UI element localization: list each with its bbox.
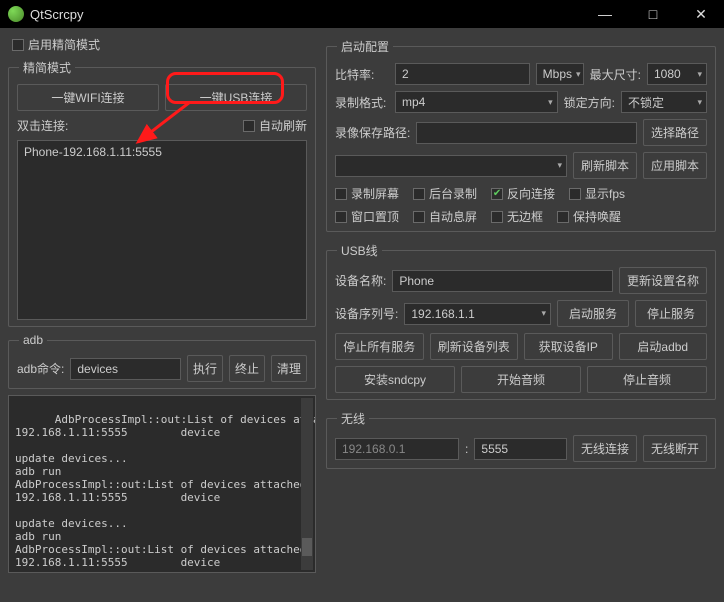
record-checkbox[interactable]: 录制屏幕 bbox=[335, 185, 399, 202]
stop-all-button[interactable]: 停止所有服务 bbox=[335, 333, 424, 360]
savepath-input[interactable] bbox=[416, 122, 637, 144]
wifi-connect2-button[interactable]: 无线连接 bbox=[573, 435, 637, 462]
usb-legend: USB线 bbox=[337, 242, 382, 259]
adb-cmd-input[interactable]: devices bbox=[70, 358, 181, 380]
maxsize-label: 最大尺寸: bbox=[590, 66, 641, 83]
refresh-devices-button[interactable]: 刷新设备列表 bbox=[430, 333, 519, 360]
devname-input[interactable]: Phone bbox=[392, 270, 613, 292]
adb-group: adb adb命令: devices 执行 终止 清理 bbox=[8, 333, 316, 389]
list-item[interactable]: Phone-192.168.1.11:5555 bbox=[20, 143, 304, 161]
app-icon bbox=[8, 6, 24, 22]
stop-service-button[interactable]: 停止服务 bbox=[635, 300, 707, 327]
fps-checkbox[interactable]: 显示fps bbox=[569, 185, 625, 202]
get-ip-button[interactable]: 获取设备IP bbox=[524, 333, 613, 360]
close-button[interactable]: ✕ bbox=[686, 6, 716, 23]
app-title: QtScrcpy bbox=[30, 7, 590, 22]
console-scrollbar[interactable] bbox=[301, 398, 313, 570]
start-config-legend: 启动配置 bbox=[337, 38, 393, 55]
script-select[interactable]: ▾ bbox=[335, 155, 567, 177]
titlebar: QtScrcpy — □ ✕ bbox=[0, 0, 724, 28]
start-audio-button[interactable]: 开始音频 bbox=[461, 366, 581, 393]
maximize-button[interactable]: □ bbox=[638, 6, 668, 23]
autosleep-checkbox[interactable]: 自动息屏 bbox=[413, 208, 477, 225]
wifi-connect-button[interactable]: 一键WIFI连接 bbox=[17, 84, 159, 111]
bgrecord-checkbox[interactable]: 后台录制 bbox=[413, 185, 477, 202]
stop-audio-button[interactable]: 停止音频 bbox=[587, 366, 707, 393]
auto-refresh-checkbox[interactable]: 自动刷新 bbox=[243, 117, 307, 134]
usb-connect-button[interactable]: 一键USB连接 bbox=[165, 84, 307, 111]
simple-mode-group: 精简模式 一键WIFI连接 一键USB连接 双击连接: 自动刷新 Phone-1… bbox=[8, 59, 316, 327]
clear-button[interactable]: 清理 bbox=[271, 355, 307, 382]
usb-group: USB线 设备名称: Phone 更新设置名称 设备序列号: 192.168.1… bbox=[326, 242, 716, 400]
devserial-select[interactable]: 192.168.1.1▾ bbox=[404, 303, 551, 325]
simple-mode-legend: 精简模式 bbox=[19, 59, 75, 76]
apply-script-button[interactable]: 应用脚本 bbox=[643, 152, 707, 179]
adb-legend: adb bbox=[19, 333, 47, 347]
devname-label: 设备名称: bbox=[335, 272, 386, 289]
exec-button[interactable]: 执行 bbox=[187, 355, 223, 382]
device-listbox[interactable]: Phone-192.168.1.11:5555 bbox=[17, 140, 307, 320]
maxsize-select[interactable]: 1080▾ bbox=[647, 63, 707, 85]
wifi-disconnect-button[interactable]: 无线断开 bbox=[643, 435, 707, 462]
port-input[interactable]: 5555 bbox=[474, 438, 567, 460]
enable-simple-label: 启用精简模式 bbox=[28, 36, 100, 53]
console-output[interactable]: AdbProcessImpl::out:List of devices atta… bbox=[8, 395, 316, 573]
select-path-button[interactable]: 选择路径 bbox=[643, 119, 707, 146]
wifi-group: 无线 192.168.0.1 : 5555 无线连接 无线断开 bbox=[326, 410, 716, 469]
start-adbd-button[interactable]: 启动adbd bbox=[619, 333, 708, 360]
refresh-script-button[interactable]: 刷新脚本 bbox=[573, 152, 637, 179]
savepath-label: 录像保存路径: bbox=[335, 124, 410, 141]
install-sndcpy-button[interactable]: 安装sndcpy bbox=[335, 366, 455, 393]
recfmt-label: 录制格式: bbox=[335, 94, 389, 111]
enable-simple-checkbox[interactable]: 启用精简模式 bbox=[12, 36, 100, 53]
terminate-button[interactable]: 终止 bbox=[229, 355, 265, 382]
scrollbar-thumb[interactable] bbox=[302, 538, 312, 556]
keepwake-checkbox[interactable]: 保持唤醒 bbox=[557, 208, 621, 225]
colon-label: : bbox=[465, 442, 468, 456]
bitrate-input[interactable]: 2 bbox=[395, 63, 530, 85]
update-name-button[interactable]: 更新设置名称 bbox=[619, 267, 707, 294]
lockdir-label: 锁定方向: bbox=[564, 94, 615, 111]
bitrate-unit-select[interactable]: Mbps▾ bbox=[536, 63, 584, 85]
lockdir-select[interactable]: 不锁定▾ bbox=[621, 91, 707, 113]
ip-input[interactable]: 192.168.0.1 bbox=[335, 438, 459, 460]
devserial-label: 设备序列号: bbox=[335, 305, 398, 322]
noborder-checkbox[interactable]: 无边框 bbox=[491, 208, 543, 225]
minimize-button[interactable]: — bbox=[590, 6, 620, 23]
reverse-checkbox[interactable]: ✔反向连接 bbox=[491, 185, 555, 202]
auto-refresh-label: 自动刷新 bbox=[259, 117, 307, 134]
adb-cmd-label: adb命令: bbox=[17, 360, 64, 377]
console-text: AdbProcessImpl::out:List of devices atta… bbox=[15, 413, 316, 569]
start-config-group: 启动配置 比特率: 2 Mbps▾ 最大尺寸: 1080▾ 录制格式: mp4▾… bbox=[326, 38, 716, 232]
recfmt-select[interactable]: mp4▾ bbox=[395, 91, 558, 113]
bitrate-label: 比特率: bbox=[335, 66, 389, 83]
wifi-legend: 无线 bbox=[337, 410, 369, 427]
dblclick-label: 双击连接: bbox=[17, 117, 68, 134]
start-service-button[interactable]: 启动服务 bbox=[557, 300, 629, 327]
ontop-checkbox[interactable]: 窗口置顶 bbox=[335, 208, 399, 225]
